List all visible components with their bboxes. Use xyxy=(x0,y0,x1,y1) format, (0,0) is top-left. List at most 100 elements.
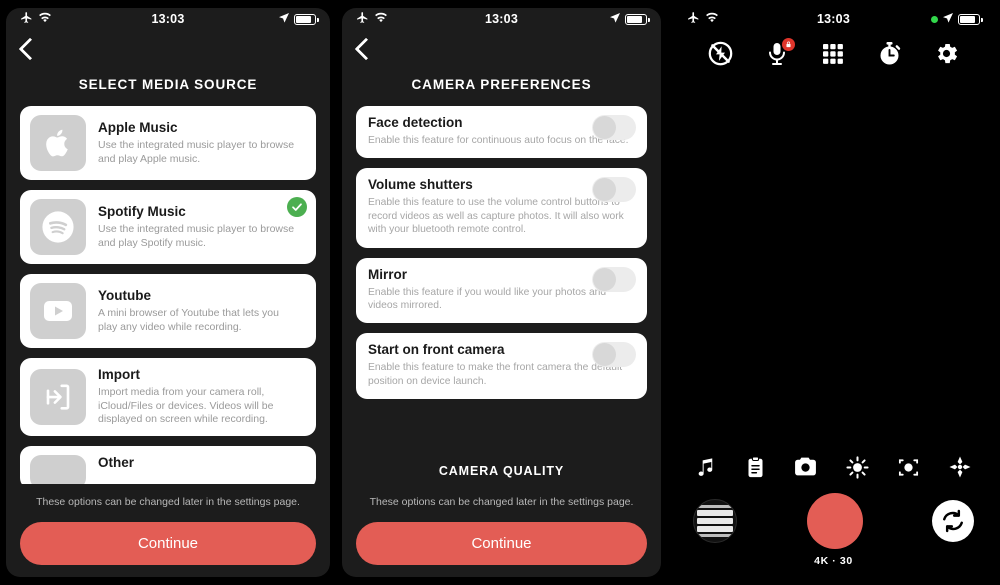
spotify-logo-icon xyxy=(30,199,86,255)
list-item-desc: A mini browser of Youtube that lets you … xyxy=(98,307,279,333)
nav-bar xyxy=(6,30,330,68)
preference-desc: Enable this feature to make the front ca… xyxy=(368,362,623,387)
timer-icon[interactable] xyxy=(877,41,902,67)
list-item-text: Apple Music Use the integrated music pla… xyxy=(86,120,306,166)
list-item-desc: Import media from your camera roll, iClo… xyxy=(98,386,274,426)
list-item-title: Other xyxy=(98,454,135,470)
preference-row-face-detection[interactable]: Face detection Enable this feature for c… xyxy=(356,106,647,159)
list-item-text: Youtube A mini browser of Youtube that l… xyxy=(86,288,306,334)
preference-row-volume-shutters[interactable]: Volume shutters Enable this feature to u… xyxy=(356,168,647,248)
location-arrow-icon xyxy=(942,12,954,27)
screen-camera-preferences: 13:03 CAMERA PREFERENCES Face detection … xyxy=(342,8,661,577)
status-bar-right xyxy=(609,12,650,27)
gallery-thumbnail-button[interactable] xyxy=(693,499,737,543)
location-arrow-icon xyxy=(278,12,290,27)
flip-camera-button[interactable] xyxy=(932,500,974,542)
back-button[interactable] xyxy=(354,37,378,61)
camera-bottom-toolbar xyxy=(673,447,994,487)
focus-icon[interactable] xyxy=(896,456,921,479)
section-title-camera-quality: CAMERA QUALITY xyxy=(438,464,565,478)
list-item-title: Apple Music xyxy=(98,119,178,135)
list-item-youtube[interactable]: Youtube A mini browser of Youtube that l… xyxy=(20,274,316,348)
airplane-mode-icon xyxy=(687,11,700,27)
toggle-face-detection[interactable] xyxy=(592,115,636,140)
preference-list: Face detection Enable this feature for c… xyxy=(342,106,661,399)
battery-icon xyxy=(625,13,650,25)
status-bar: 13:03 xyxy=(342,8,661,30)
airplane-mode-icon xyxy=(20,11,33,27)
lock-badge-icon xyxy=(782,37,796,51)
settings-gear-icon[interactable] xyxy=(933,40,960,67)
list-item-import[interactable]: Import Import media from your camera rol… xyxy=(20,358,316,436)
continue-button[interactable]: Continue xyxy=(20,522,316,565)
list-item-spotify-music[interactable]: Spotify Music Use the integrated music p… xyxy=(20,190,316,264)
other-icon xyxy=(30,454,86,484)
wifi-icon xyxy=(38,12,52,26)
camera-top-toolbar xyxy=(673,30,994,67)
toggle-volume-shutters[interactable] xyxy=(592,177,636,203)
page-title: SELECT MEDIA SOURCE xyxy=(78,77,258,92)
toggle-mirror[interactable] xyxy=(592,266,636,292)
battery-icon xyxy=(294,13,319,25)
preference-desc: Enable this feature to use the volume co… xyxy=(368,197,624,236)
camera-icon[interactable] xyxy=(793,456,818,478)
preference-row-mirror[interactable]: Mirror Enable this feature if you would … xyxy=(356,257,647,324)
youtube-logo-icon xyxy=(30,283,86,339)
preference-desc: Enable this feature if you would like yo… xyxy=(368,286,607,311)
record-shutter-button[interactable] xyxy=(806,493,863,549)
nav-bar xyxy=(342,30,661,68)
phone-panel-media-source: 13:03 SELECT MEDIA SOURCE Apple Music Us… xyxy=(0,0,336,585)
status-bar-left xyxy=(687,11,719,27)
media-source-list: Apple Music Use the integrated music pla… xyxy=(6,106,330,484)
list-item-other[interactable]: Other xyxy=(20,445,316,484)
list-item-title: Import xyxy=(98,367,140,382)
footer-camera-preferences: These options can be changed later in th… xyxy=(342,484,661,577)
footer-media-source: These options can be changed later in th… xyxy=(6,484,330,577)
page-title: CAMERA PREFERENCES xyxy=(411,77,592,92)
list-item-text: Other xyxy=(86,455,140,471)
footer-note: These options can be changed later in th… xyxy=(36,496,300,508)
selected-check-icon xyxy=(287,197,307,217)
green-recording-dot xyxy=(931,15,938,23)
flash-off-icon[interactable] xyxy=(707,40,734,67)
location-arrow-icon xyxy=(609,12,621,27)
status-bar-right xyxy=(931,12,983,27)
footer-note: These options can be changed later in th… xyxy=(369,496,634,508)
import-arrow-icon xyxy=(30,368,86,425)
screenshot-canvas: 13:03 SELECT MEDIA SOURCE Apple Music Us… xyxy=(0,0,1000,585)
apple-logo-icon xyxy=(30,115,86,171)
list-item-title: Youtube xyxy=(98,287,151,303)
wifi-icon xyxy=(374,12,388,26)
list-item-desc: Use the integrated music player to brows… xyxy=(98,223,295,249)
airplane-mode-icon xyxy=(356,11,369,27)
list-item-desc: Use the integrated music player to brows… xyxy=(98,139,295,165)
status-bar: 13:03 xyxy=(6,8,330,30)
camera-capture-bar xyxy=(673,487,994,549)
toggle-start-on-front-camera[interactable] xyxy=(592,342,636,368)
preference-row-start-on-front-camera[interactable]: Start on front camera Enable this featur… xyxy=(356,333,647,399)
list-item-title: Spotify Music xyxy=(98,203,186,219)
microphone-locked-icon[interactable] xyxy=(765,37,796,67)
continue-button[interactable]: Continue xyxy=(356,522,647,565)
grid-icon[interactable] xyxy=(821,42,845,66)
clipboard-icon[interactable] xyxy=(745,455,766,479)
back-button[interactable] xyxy=(18,37,42,61)
phone-panel-camera: 13:03 4K · 30 xyxy=(667,0,1000,585)
battery-icon xyxy=(958,13,983,25)
status-bar-left xyxy=(20,11,52,27)
status-bar: 13:03 xyxy=(673,8,994,30)
screen-media-source: 13:03 SELECT MEDIA SOURCE Apple Music Us… xyxy=(6,8,330,577)
status-bar-right xyxy=(278,12,319,27)
camera-viewfinder[interactable] xyxy=(673,67,994,447)
list-item-text: Spotify Music Use the integrated music p… xyxy=(86,204,306,250)
brightness-icon[interactable] xyxy=(845,455,869,479)
quality-indicator: 4K · 30 xyxy=(814,555,853,567)
list-item-apple-music[interactable]: Apple Music Use the integrated music pla… xyxy=(20,106,316,180)
status-bar-left xyxy=(356,11,388,27)
screen-camera: 13:03 4K · 30 xyxy=(673,8,994,577)
phone-panel-camera-preferences: 13:03 CAMERA PREFERENCES Face detection … xyxy=(336,0,667,585)
list-item-text: Import Import media from your camera rol… xyxy=(86,367,306,427)
music-note-icon[interactable] xyxy=(695,456,718,479)
stabilization-icon[interactable] xyxy=(948,455,972,479)
